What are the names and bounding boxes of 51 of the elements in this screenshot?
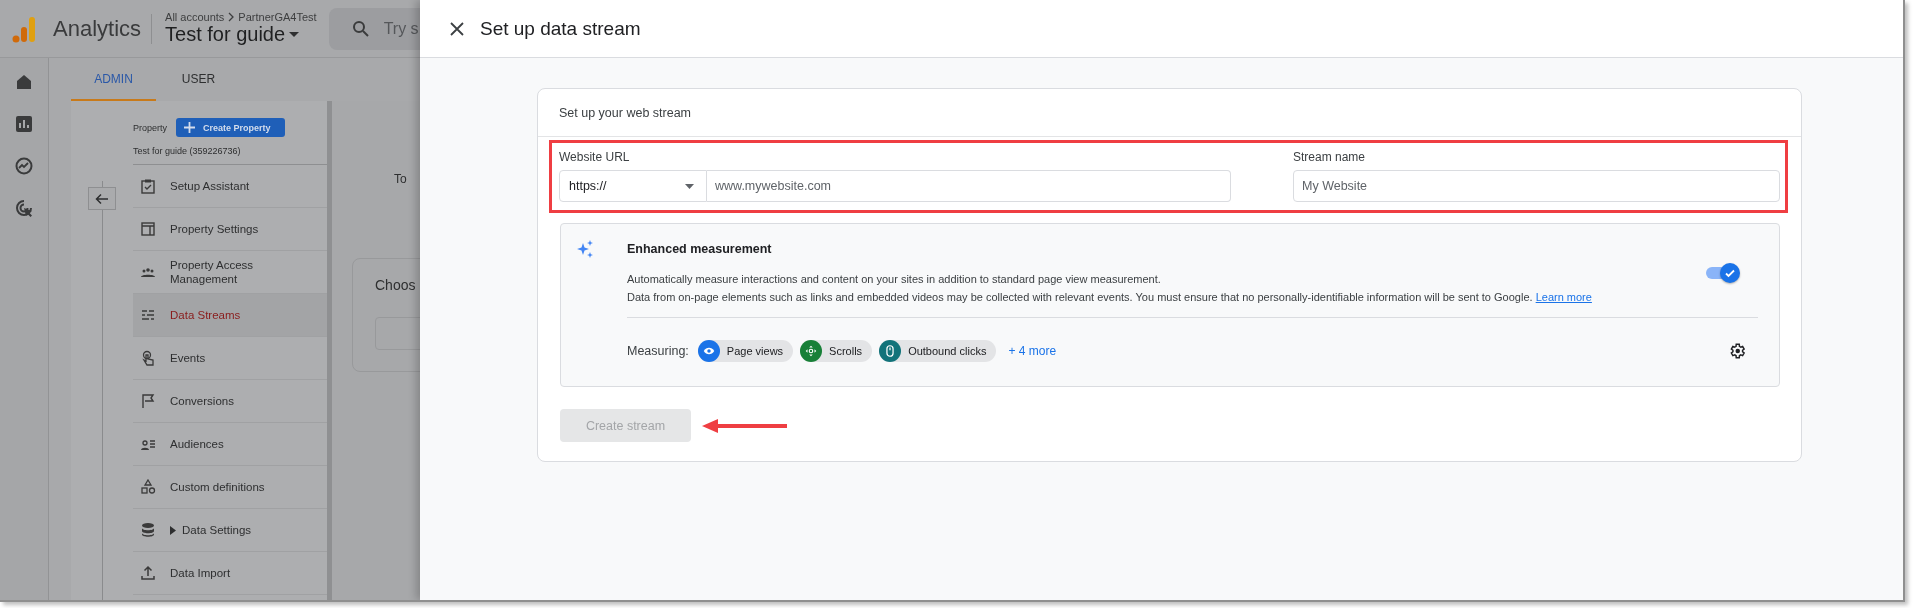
- caret-icon[interactable]: [289, 31, 300, 38]
- event-chip: Page views: [697, 339, 794, 362]
- explore-icon[interactable]: [14, 156, 34, 176]
- search-icon: [351, 19, 370, 38]
- tab[interactable]: USER: [156, 58, 241, 101]
- touch-icon: [140, 350, 156, 366]
- breadcrumb-link[interactable]: PartnerGA4Test: [238, 11, 317, 23]
- property-label: Property: [133, 122, 167, 133]
- toggle-switch[interactable]: [1706, 263, 1740, 283]
- breadcrumb-link[interactable]: All accounts: [165, 11, 225, 23]
- description-text: Automatically measure interactions and content on your sites in addition to standard page view measurement.: [627, 272, 1162, 287]
- checklist-icon: [140, 178, 156, 194]
- product-name: Analytics: [53, 15, 142, 42]
- plus-icon: [184, 122, 195, 133]
- chevron-icon: [227, 12, 236, 22]
- url-input[interactable]: www.mywebsite.com: [707, 170, 1231, 202]
- learn-more-link[interactable]: Learn more: [1535, 291, 1592, 303]
- event-chip: Outbound clicks: [879, 339, 997, 362]
- more-link[interactable]: + 4 more: [1008, 343, 1057, 358]
- stream-name-input[interactable]: My Website: [1293, 170, 1780, 202]
- measuring-label: Measuring:: [627, 343, 689, 358]
- dialog-title: Set up data stream: [480, 17, 641, 40]
- field-label: Stream name: [1293, 150, 1367, 165]
- close-button[interactable]: [450, 21, 464, 36]
- analytics-logo: [12, 14, 36, 43]
- panel-title: Enhanced measurement: [627, 241, 773, 258]
- upload-icon: [140, 565, 156, 581]
- database-icon: [140, 522, 156, 538]
- check-icon: [1724, 267, 1736, 279]
- settings-icon[interactable]: [1728, 341, 1746, 360]
- home-icon[interactable]: [14, 72, 34, 92]
- create-property-button[interactable]: Create Property: [176, 118, 285, 137]
- flag-icon: [140, 393, 156, 409]
- sparkle-icon: [576, 240, 594, 258]
- expand-arrow-icon[interactable]: [170, 525, 176, 535]
- privacy-note: Data from on-page elements such as links and embedded videos may be collected with relevant events. You must ensure that no personally-identifiable information will be sent to Google. Learn more: [627, 290, 1593, 305]
- shapes-icon: [140, 479, 156, 495]
- field-label: Website URL: [559, 150, 631, 165]
- nav-item[interactable]: Data Streams: [133, 294, 327, 337]
- event-chip: Scrolls: [800, 339, 873, 362]
- protocol-dropdown[interactable]: https://: [559, 170, 707, 202]
- section-title: Set up your web stream: [538, 89, 1801, 137]
- bar-chart-icon[interactable]: [14, 114, 34, 134]
- back-button[interactable]: [88, 187, 116, 210]
- property-selector[interactable]: Test for guide: [165, 23, 286, 46]
- intro-text: To: [394, 172, 407, 186]
- target-cursor-icon[interactable]: [14, 198, 34, 218]
- streams-icon: [140, 307, 156, 323]
- caret-icon: [685, 183, 694, 189]
- layout-icon: [140, 221, 156, 237]
- property-id: Test for guide (359226736): [133, 146, 327, 165]
